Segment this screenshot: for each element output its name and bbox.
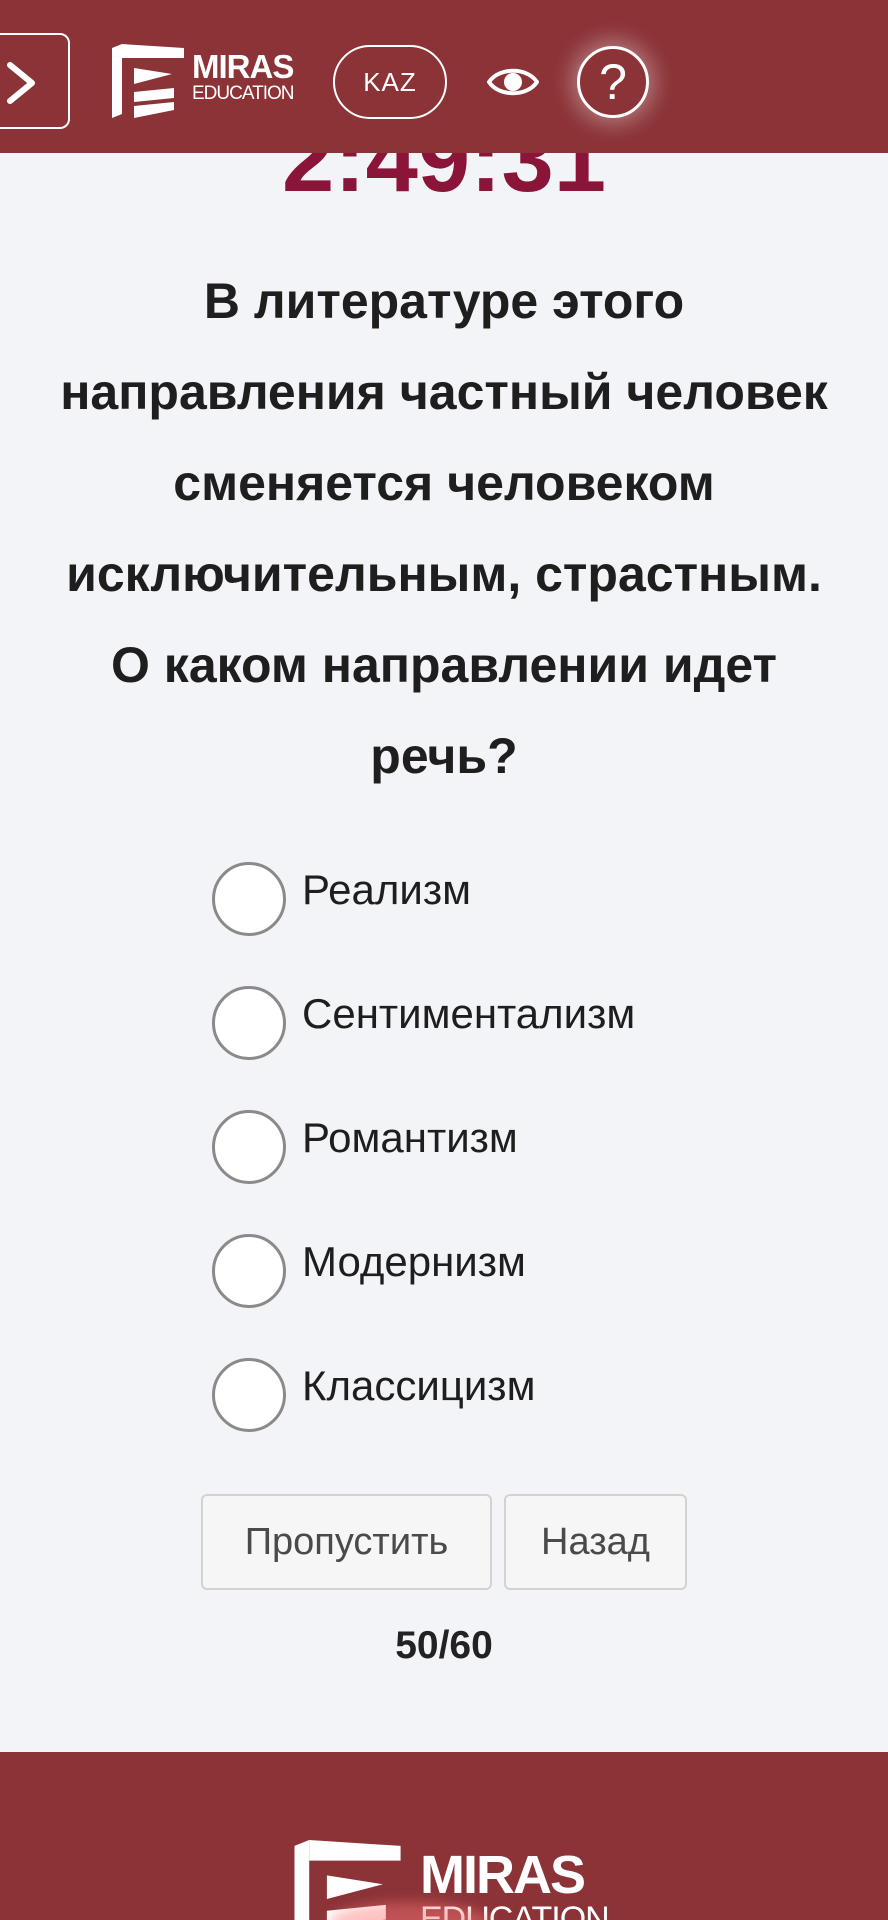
answer-option-modernism[interactable]: Модернизм [212,1234,852,1358]
question-line: сменяется человеком [173,455,715,511]
footer-brand-name: MIRAS [420,1845,586,1905]
option-label[interactable]: Классицизм [302,1362,535,1410]
radio-button[interactable] [212,1358,286,1432]
answer-option-realism[interactable]: Реализм [212,862,852,986]
answer-option-classicism[interactable]: Классицизм [212,1358,852,1482]
top-header: MIRAS EDUCATION KAZ ? [0,0,888,153]
option-label[interactable]: Реализм [302,866,471,914]
miras-logo-icon [112,44,184,118]
question-line: речь? [370,728,518,784]
chevron-right-icon [7,62,35,104]
answer-option-sentimentalism[interactable]: Сентиментализм [212,986,852,1110]
radio-button[interactable] [212,862,286,936]
question-line: О каком направлении идет [111,637,777,693]
option-label[interactable]: Романтизм [302,1114,518,1162]
answer-option-romanticism[interactable]: Романтизм [212,1110,852,1234]
radio-button[interactable] [212,1110,286,1184]
radio-button[interactable] [212,986,286,1060]
back-button[interactable]: Назад [504,1494,687,1590]
question-text: В литературе этого направления частный ч… [0,256,888,802]
brand-subname: EDUCATION [192,83,294,104]
skip-button[interactable]: Пропустить [201,1494,492,1590]
option-label[interactable]: Сентиментализм [302,990,635,1038]
radio-button[interactable] [212,1234,286,1308]
language-switch-button[interactable]: KAZ [333,45,447,119]
question-counter: 50/60 [395,1624,493,1667]
menu-toggle-button[interactable] [0,33,70,129]
question-line: исключительным, страстным. [66,546,822,602]
eye-icon[interactable] [487,63,539,101]
question-line: В литературе этого [203,273,685,329]
answer-options: Реализм Сентиментализм Романтизм Модерни… [212,862,852,1482]
option-label[interactable]: Модернизм [302,1238,526,1286]
question-line: направления частный человек [60,364,828,420]
page-footer: MIRAS EDUCATION [0,1752,888,1920]
brand-name: MIRAS [192,48,294,85]
brand-logo-text: MIRAS EDUCATION [192,48,294,104]
help-button[interactable]: ? [577,46,649,118]
